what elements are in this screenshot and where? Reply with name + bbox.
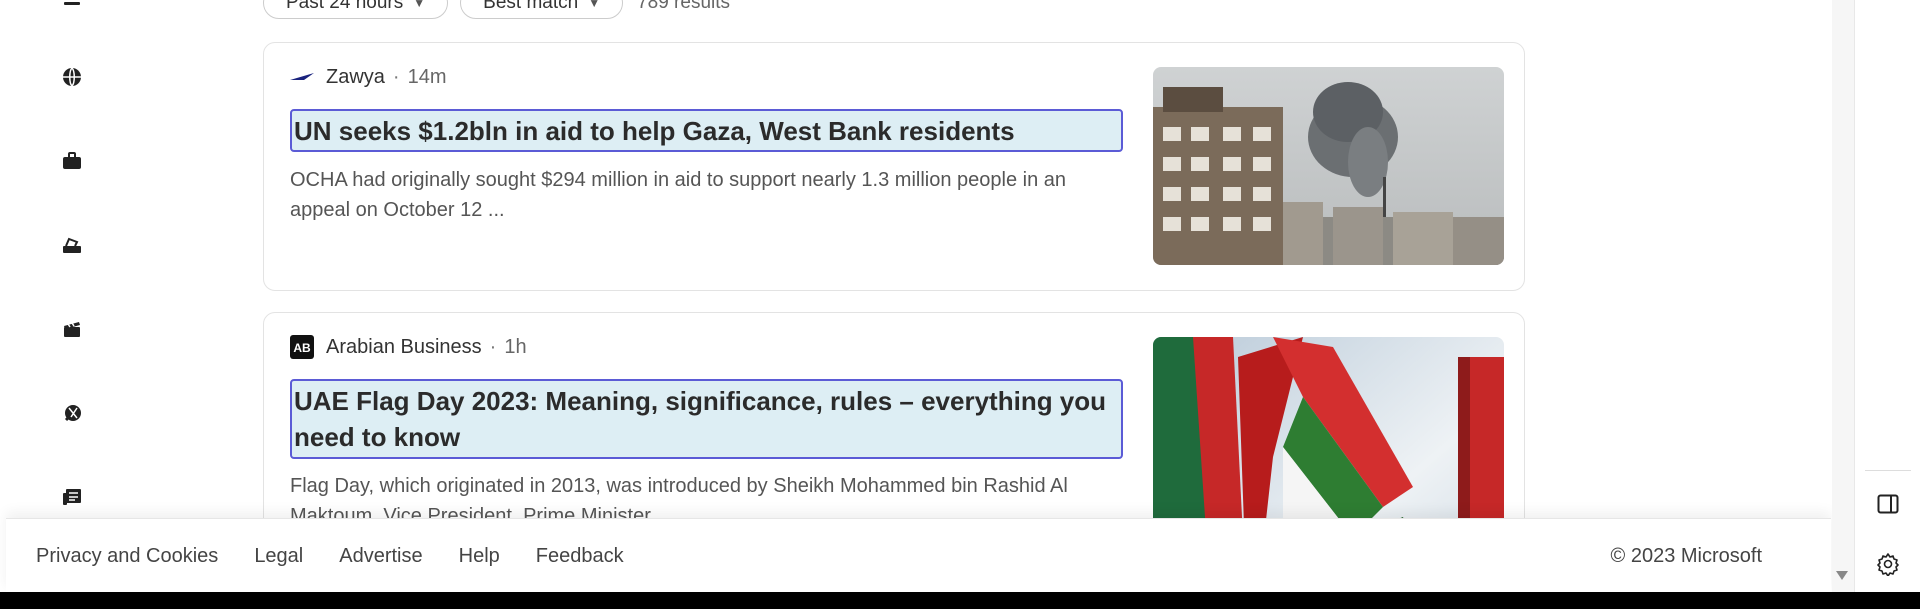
divider — [1865, 470, 1911, 471]
browser-viewport: Past 24 hours ▼ Best match ▼ 789 results… — [0, 0, 1920, 592]
source-name[interactable]: Arabian Business — [326, 336, 482, 359]
filter-bar: Past 24 hours ▼ Best match ▼ 789 results — [263, 0, 730, 20]
scroll-down-arrow-icon[interactable] — [1834, 568, 1850, 582]
footer-link-help[interactable]: Help — [459, 545, 500, 568]
browser-sidebar — [1854, 0, 1920, 592]
article-age: 1h — [504, 335, 527, 358]
article-source: AB Arabian Business · 1h — [290, 335, 527, 359]
footer-link-legal[interactable]: Legal — [254, 545, 303, 568]
footer-link-feedback[interactable]: Feedback — [536, 545, 624, 568]
ab-logo-text: AB — [293, 341, 311, 355]
sort-label: Best match — [483, 0, 579, 13]
footer-link-privacy[interactable]: Privacy and Cookies — [36, 545, 218, 568]
article-source: Zawya · 14m — [290, 65, 446, 89]
chevron-down-icon: ▼ — [588, 0, 601, 10]
zawya-logo-icon — [290, 65, 314, 89]
separator: · — [392, 65, 400, 88]
chevron-down-icon: ▼ — [413, 0, 426, 10]
article-age: 14m — [407, 65, 447, 88]
briefcase-icon[interactable] — [56, 145, 88, 177]
separator: · — [489, 335, 497, 358]
search-results-page: Past 24 hours ▼ Best match ▼ 789 results… — [6, 0, 1831, 592]
article-snippet: OCHA had originally sought $294 million … — [290, 169, 1067, 221]
sports-icon[interactable] — [56, 397, 88, 429]
results-count: 789 results — [637, 0, 731, 13]
settings-gear-icon[interactable] — [1872, 548, 1904, 580]
source-name[interactable]: Zawya — [326, 66, 385, 89]
news-icon[interactable] — [56, 481, 88, 513]
copyright: © 2023 Microsoft — [1610, 544, 1762, 567]
sort-dropdown[interactable]: Best match ▼ — [460, 0, 624, 19]
left-category-rail — [6, 0, 126, 520]
article-headline[interactable]: UN seeks $1.2bln in aid to help Gaza, We… — [290, 109, 1123, 152]
time-filter-label: Past 24 hours — [286, 0, 404, 13]
ballot-icon[interactable] — [56, 229, 88, 261]
footer-link-advertise[interactable]: Advertise — [339, 545, 422, 568]
clapperboard-icon[interactable] — [56, 313, 88, 345]
news-card[interactable]: Zawya · 14m UN seeks $1.2bln in aid to h… — [263, 42, 1525, 291]
footer-links: Privacy and Cookies Legal Advertise Help… — [36, 519, 624, 592]
time-filter-dropdown[interactable]: Past 24 hours ▼ — [263, 0, 449, 19]
sidebar-toggle-icon[interactable] — [1872, 488, 1904, 520]
world-icon[interactable] — [56, 61, 88, 93]
page-footer: Privacy and Cookies Legal Advertise Help… — [6, 518, 1831, 592]
menu-icon[interactable] — [56, 0, 88, 18]
article-headline[interactable]: UAE Flag Day 2023: Meaning, significance… — [290, 379, 1123, 459]
vertical-scrollbar[interactable] — [1832, 0, 1854, 592]
arabian-business-logo-icon: AB — [290, 335, 314, 359]
article-thumbnail[interactable] — [1153, 67, 1504, 265]
